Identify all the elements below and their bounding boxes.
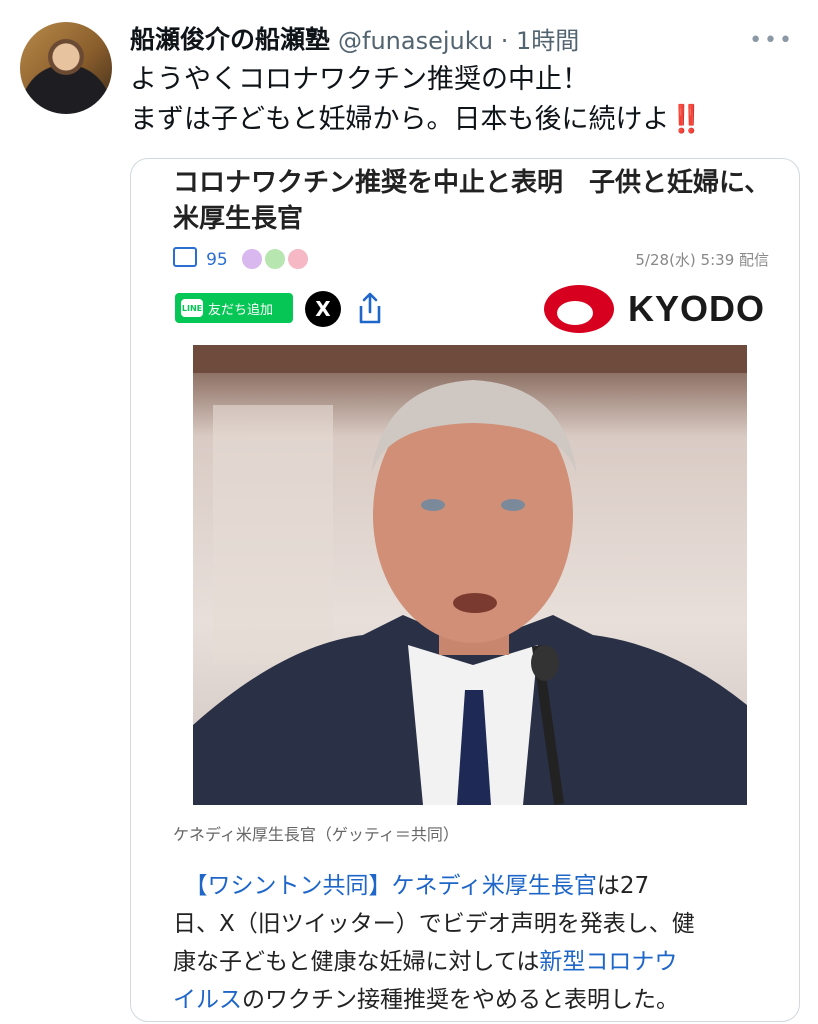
publish-date: 5/28(水) 5:39 配信 <box>635 251 769 269</box>
comment-icon <box>173 247 197 267</box>
body-text: のワクチン接種推奨をやめると表明した。 <box>242 987 679 1013</box>
reaction-icon <box>287 247 310 270</box>
article-title: コロナワクチン推奨を中止と表明 子供と妊婦に、米厚生長官 <box>173 168 771 234</box>
link-covid: 新型コロナウ <box>539 949 678 975</box>
article-meta: 95 5/28(水) 5:39 配信 <box>173 245 769 275</box>
link-covid-cont: イルス <box>173 987 242 1013</box>
author-handle-time[interactable]: @funasejuku · 1時間 <box>338 21 579 56</box>
link-kyodo-washington: 【ワシントン共同】 <box>196 873 392 899</box>
avatar[interactable] <box>20 22 112 114</box>
line-icon: LINE <box>181 299 203 317</box>
link-kennedy: ケネディ米厚生長官 <box>391 873 597 899</box>
tweet-text-line: ようやくコロナワクチン推奨の中止！ <box>130 64 589 95</box>
more-options-icon[interactable]: ••• <box>749 28 794 53</box>
line-button-label: 友だち追加 <box>208 302 274 318</box>
tweet-text-line-2: まずは子どもと妊婦から。日本も後に続けよ <box>130 104 670 135</box>
tweet-text-line: まずは子どもと妊婦から。日本も後に続けよ‼️ <box>130 100 703 140</box>
article-body: 【ワシントン共同】ケネディ米厚生長官は27 日、X（旧ツイッター）でビデオ声明を… <box>173 867 777 1019</box>
news-photo <box>193 345 747 805</box>
kyodo-wordmark: KYODO <box>627 288 765 329</box>
kyodo-logo: KYODO <box>542 283 765 335</box>
body-line: 康な子どもと健康な妊婦に対しては新型コロナウ <box>173 943 777 981</box>
line-add-friend-button: LINE 友だち追加 <box>175 293 293 323</box>
comment-count: 95 <box>206 250 228 270</box>
tweet-text: ようやくコロナワクチン推奨の中止！ まずは子どもと妊婦から。日本も後に続けよ‼️ <box>130 60 703 140</box>
kyodo-mark-icon <box>542 283 616 335</box>
reaction-icon <box>240 247 263 270</box>
body-line: 【ワシントン共同】ケネディ米厚生長官は27 <box>173 867 777 905</box>
body-text: 康な子どもと健康な妊婦に対しては <box>173 949 540 975</box>
double-exclamation-icon: ‼️ <box>669 104 704 135</box>
body-line: 日、X（旧ツイッター）でビデオ声明を発表し、健 <box>173 911 695 937</box>
reaction-icon <box>263 247 286 270</box>
share-icon <box>359 292 381 324</box>
author-name[interactable]: 船瀬俊介の船瀬塾 <box>130 20 330 56</box>
reaction-icons <box>240 247 310 274</box>
photo-caption: ケネディ米厚生長官（ゲッティ＝共同） <box>173 825 459 844</box>
tweet-header: 船瀬俊介の船瀬塾 @funasejuku · 1時間 <box>130 20 579 56</box>
body-text: は27 <box>596 873 650 899</box>
body-line: イルスのワクチン接種推奨をやめると表明した。 <box>173 981 777 1019</box>
share-row: LINE 友だち追加 X KYODO <box>175 285 765 335</box>
x-share-icon: X <box>305 291 341 327</box>
quoted-image-card[interactable]: コロナワクチン推奨を中止と表明 子供と妊婦に、米厚生長官 95 5/28(水) … <box>130 158 800 1022</box>
